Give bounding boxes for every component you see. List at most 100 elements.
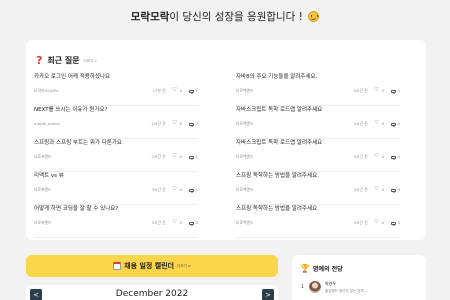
comment-icon <box>391 89 396 94</box>
comment-count: 1 <box>195 88 198 93</box>
hall-of-fame-title: 명예의 전당 <box>312 266 343 273</box>
question-row[interactable]: 자바스크립트 독학 로드맵 알려주세요티로백엔드 3시간 전 0 0 <box>236 106 400 139</box>
calendar-title: 채용 일정 캘린더 <box>124 262 175 270</box>
heart-icon <box>172 120 178 127</box>
heart-icon <box>374 87 380 94</box>
question-author: 티로백엔드 <box>236 121 254 126</box>
question-row[interactable]: 어떻게 하면 코딩을 잘 할 수 있나요? 티로프랜드 3시간 전 0 0 <box>34 205 198 238</box>
question-title[interactable]: 어떻게 하면 코딩을 잘 할 수 있나요? <box>34 205 118 213</box>
comment-icon <box>189 122 194 127</box>
question-meta: 2시간 전 0 2 <box>152 120 198 127</box>
question-author: 티로프랜드 <box>34 220 52 225</box>
question-title[interactable]: 리액트 vs 뷰 <box>34 172 64 180</box>
question-row[interactable]: 카카오 로그인 어케 적용하셨나요모락카오Q&Ph 17분 전 0 1 <box>34 73 198 106</box>
question-title[interactable]: 카카오 로그인 어케 적용하셨나요 <box>34 73 110 81</box>
comment-count: 0 <box>397 121 400 126</box>
question-author: 티로백엔드 <box>236 88 254 93</box>
calendar-month-panel: < December 2022 > <box>26 285 278 300</box>
rank-user-message: 졸업했던 멍이지 않는 하루... <box>325 289 368 293</box>
question-title[interactable]: 자바8의 주요 기능들을 알려주세요. <box>236 73 317 81</box>
question-author: 티로프랜드 <box>34 154 52 159</box>
question-row[interactable]: NEXT를 쓰시는 이유가 뭔가요? morak_admin 2시간 전 0 2 <box>34 106 198 139</box>
question-meta: 3시간 전 0 1 <box>152 186 198 193</box>
question-row[interactable]: 스프링 독학하는 방법을 알려주세요. 티로백엔드 3시간 전 0 0 <box>236 205 400 238</box>
question-title[interactable]: NEXT를 쓰시는 이유가 뭔가요? <box>34 106 107 114</box>
like-count: 0 <box>179 220 183 225</box>
question-title[interactable]: 자바스크립트 독학 로드맵 알려주세요 <box>236 139 322 147</box>
question-meta: 3시간 전 0 0 <box>353 153 400 160</box>
question-row[interactable]: 스프링과 스프링 부트는 뭐가 다른가요티로프랜드 2시간 전 0 1 <box>34 139 198 172</box>
question-title[interactable]: 자바스크립트 독학 로드맵 알려주세요 <box>236 106 322 114</box>
question-row[interactable]: 자바8의 주요 기능들을 알려주세요. 티로백엔드 3시간 전 0 0 <box>236 73 400 106</box>
question-author: 티로프랜드 <box>34 187 52 192</box>
heart-icon <box>374 219 380 226</box>
question-row[interactable]: 자바스크립트 독학 로드맵 알려주세요티로백엔드 3시간 전 0 0 <box>236 139 400 172</box>
question-title[interactable]: 스프링 독학하는 방법을 알려주세요. <box>236 172 319 180</box>
question-time: 3시간 전 <box>353 220 368 225</box>
question-meta: 2시간 전 0 1 <box>151 153 198 160</box>
question-meta: 3시간 전 0 0 <box>353 186 400 193</box>
comment-count: 0 <box>397 187 400 192</box>
question-time: 3시간 전 <box>353 88 368 93</box>
heart-icon <box>374 186 380 193</box>
comment-icon <box>391 122 396 127</box>
question-row[interactable]: 리액트 vs 뷰티로프랜드 3시간 전 0 1 <box>34 172 198 205</box>
comment-icon <box>189 155 194 160</box>
hall-of-fame-header: 🏆 명예의 전당 <box>300 264 343 273</box>
question-time: 3시간 전 <box>353 121 368 126</box>
question-author: 티로백엔드 <box>236 220 254 225</box>
question-row[interactable]: 스프링 독학하는 방법을 알려주세요. 티로백엔드 3시간 전 0 0 <box>236 172 400 205</box>
like-count: 0 <box>179 121 183 126</box>
recent-questions-more-link[interactable]: 더보기 > <box>84 59 98 64</box>
recent-questions-title: 최근 질문 <box>47 56 80 65</box>
comment-icon <box>391 155 396 160</box>
hall-of-fame-card: 🏆 명예의 전당 1 박연우 졸업했던 멍이지 않는 하루... <box>292 255 426 300</box>
comment-count: 0 <box>397 220 400 225</box>
comment-count: 2 <box>195 121 198 126</box>
question-meta: 3시간 전 0 0 <box>353 219 400 226</box>
next-month-button[interactable]: > <box>262 289 274 300</box>
heart-icon <box>172 153 178 160</box>
question-time: 17분 전 <box>152 88 166 93</box>
hero-banner: 모락모락이 당신의 성장을 응원합니다 ! <box>0 9 450 25</box>
heart-icon <box>172 186 178 193</box>
comment-count: 1 <box>195 154 198 159</box>
like-count: 0 <box>381 88 385 93</box>
question-mark-icon: ? <box>36 54 43 67</box>
recent-questions-header: ? 최근 질문 더보기 > <box>36 54 97 67</box>
hero-text: 이 당신의 성장을 응원합니다 ! <box>169 11 303 23</box>
question-title[interactable]: 스프링과 스프링 부트는 뭐가 다른가요 <box>34 139 122 147</box>
calendar-more-link[interactable]: 더보기 > <box>177 264 191 269</box>
comment-icon <box>391 188 396 193</box>
question-author: 모락카오Q&Ph <box>34 88 59 93</box>
comment-icon <box>391 221 396 226</box>
question-time: 3시간 전 <box>151 220 166 225</box>
comment-icon <box>189 188 194 193</box>
comment-icon <box>189 221 194 226</box>
comment-icon <box>189 89 194 94</box>
question-time: 2시간 전 <box>151 154 166 159</box>
smile-emoji-icon <box>308 11 320 22</box>
rank-number: 1 <box>301 285 304 290</box>
like-count: 0 <box>179 187 183 192</box>
trophy-icon: 🏆 <box>300 263 310 273</box>
rank-user-name[interactable]: 박연우 <box>325 281 336 287</box>
calendar-banner[interactable]: 채용 일정 캘린더 더보기 > <box>26 255 278 277</box>
question-time: 3시간 전 <box>353 154 368 159</box>
question-meta: 17분 전 0 1 <box>152 87 198 94</box>
comment-count: 0 <box>397 154 400 159</box>
like-count: 0 <box>381 220 385 225</box>
recent-questions-card: ? 최근 질문 더보기 > 카카오 로그인 어케 적용하셨나요모락카오Q&Ph 1… <box>26 40 426 240</box>
question-meta: 3시간 전 0 0 <box>151 219 198 226</box>
question-title[interactable]: 스프링 독학하는 방법을 알려주세요. <box>236 205 319 213</box>
question-author: morak_admin <box>34 121 60 126</box>
like-count: 0 <box>179 88 183 93</box>
calendar-month-label: December 2022 <box>115 289 189 299</box>
heart-icon <box>374 153 380 160</box>
avatar[interactable] <box>309 281 321 293</box>
question-time: 3시간 전 <box>353 187 368 192</box>
question-list-right: 자바8의 주요 기능들을 알려주세요. 티로백엔드 3시간 전 0 0 자바스크립트 독학… <box>236 73 400 238</box>
comment-count: 0 <box>195 220 198 225</box>
calendar-icon <box>113 262 122 270</box>
question-meta: 3시간 전 0 0 <box>353 87 400 94</box>
